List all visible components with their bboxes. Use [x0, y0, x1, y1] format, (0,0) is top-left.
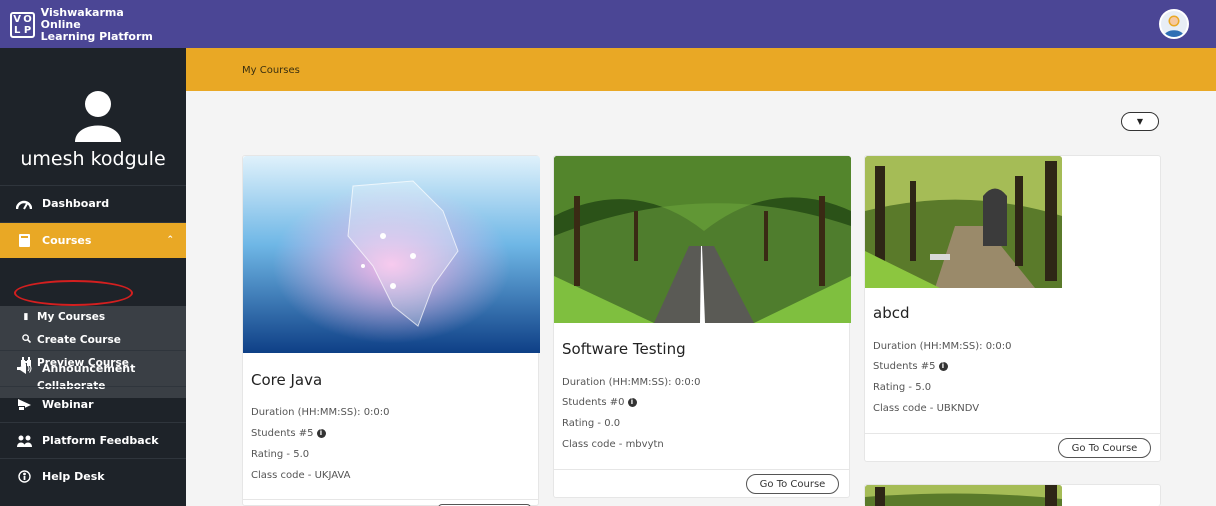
sidebar: umesh kodgule Dashboard Courses ⌃ ▮ My C…	[0, 48, 186, 506]
sidebar-item-label: Platform Feedback	[42, 434, 159, 447]
course-title[interactable]: Core Java	[251, 371, 322, 389]
submenu-item-create-course[interactable]: Create Course	[20, 331, 121, 349]
course-thumbnail[interactable]	[243, 156, 540, 353]
course-card-abcd: abcd Duration (HH:MM:SS): 0:0:0 Students…	[864, 155, 1161, 462]
app-logo[interactable]: V O L P Vishwakarma Online Learning Plat…	[10, 6, 160, 43]
course-class-code: Class code - UBKNDV	[873, 403, 980, 414]
course-class-code: Class code - UKJAVA	[251, 470, 351, 481]
sidebar-username: umesh kodgule	[20, 148, 166, 170]
dashboard-icon	[16, 197, 32, 211]
course-duration: Duration (HH:MM:SS): 0:0:0	[562, 377, 701, 388]
top-bar: V O L P Vishwakarma Online Learning Plat…	[0, 0, 1216, 48]
course-duration: Duration (HH:MM:SS): 0:0:0	[873, 341, 1012, 352]
course-duration: Duration (HH:MM:SS): 0:0:0	[251, 407, 390, 418]
sidebar-item-label: Webinar	[42, 398, 94, 411]
go-to-course-button[interactable]: Go To Course	[746, 474, 839, 494]
sidebar-item-help-desk[interactable]: Help Desk	[0, 458, 186, 494]
course-rating: Rating - 0.0	[562, 418, 621, 429]
course-card-software-testing: Software Testing Duration (HH:MM:SS): 0:…	[553, 155, 851, 498]
filter-button[interactable]: ▼	[1121, 112, 1159, 131]
search-icon	[20, 334, 32, 346]
course-title[interactable]: abcd	[873, 304, 909, 322]
video-icon	[16, 398, 32, 412]
sidebar-item-dashboard[interactable]: Dashboard	[0, 185, 186, 221]
course-card-core-java: Core Java Duration (HH:MM:SS): 0:0:0 Stu…	[242, 155, 540, 506]
megaphone-icon	[16, 362, 32, 376]
feedback-icon	[16, 434, 32, 448]
course-class-code: Class code - mbvytn	[562, 439, 664, 450]
sidebar-item-label: Announcement	[42, 362, 136, 375]
sidebar-item-label: Dashboard	[42, 197, 110, 210]
sidebar-item-label: Help Desk	[42, 470, 105, 483]
course-students: Students #5 i	[251, 428, 326, 439]
course-thumbnail[interactable]	[865, 156, 1062, 288]
profile-icon	[75, 91, 121, 142]
course-thumbnail[interactable]	[865, 485, 1062, 506]
logo-mark: V O L P	[10, 12, 35, 38]
info-icon[interactable]: i	[316, 428, 326, 438]
help-icon	[16, 470, 32, 484]
course-rating: Rating - 5.0	[873, 382, 932, 393]
filter-icon: ▼	[1136, 117, 1144, 126]
course-students: Students #5 i	[873, 361, 948, 372]
logo-text: Vishwakarma Online Learning Platform	[40, 6, 153, 43]
submenu-item-my-courses[interactable]: ▮ My Courses	[20, 308, 106, 326]
info-icon[interactable]: i	[938, 361, 948, 371]
go-to-course-button[interactable]: Go To Course	[1058, 438, 1151, 458]
course-students: Students #0 i	[562, 397, 637, 408]
info-icon[interactable]: i	[627, 397, 637, 407]
sidebar-item-announcement[interactable]: Announcement	[0, 350, 186, 386]
chevron-up-icon: ⌃	[166, 235, 174, 245]
create-course-highlight	[14, 280, 133, 306]
sidebar-item-label: Courses	[42, 234, 92, 247]
book-icon	[16, 234, 32, 248]
user-avatar-icon[interactable]	[1159, 9, 1189, 39]
book-icon: ▮	[23, 312, 29, 322]
breadcrumb[interactable]: My Courses	[242, 65, 300, 76]
sidebar-item-courses[interactable]: Courses ⌃	[0, 222, 186, 258]
sidebar-item-webinar[interactable]: Webinar	[0, 386, 186, 422]
sidebar-item-platform-feedback[interactable]: Platform Feedback	[0, 422, 186, 458]
course-rating: Rating - 5.0	[251, 449, 310, 460]
course-thumbnail[interactable]	[554, 156, 851, 323]
course-card-partial	[864, 484, 1161, 506]
course-title[interactable]: Software Testing	[562, 340, 686, 358]
header-band: My Courses	[186, 48, 1216, 91]
